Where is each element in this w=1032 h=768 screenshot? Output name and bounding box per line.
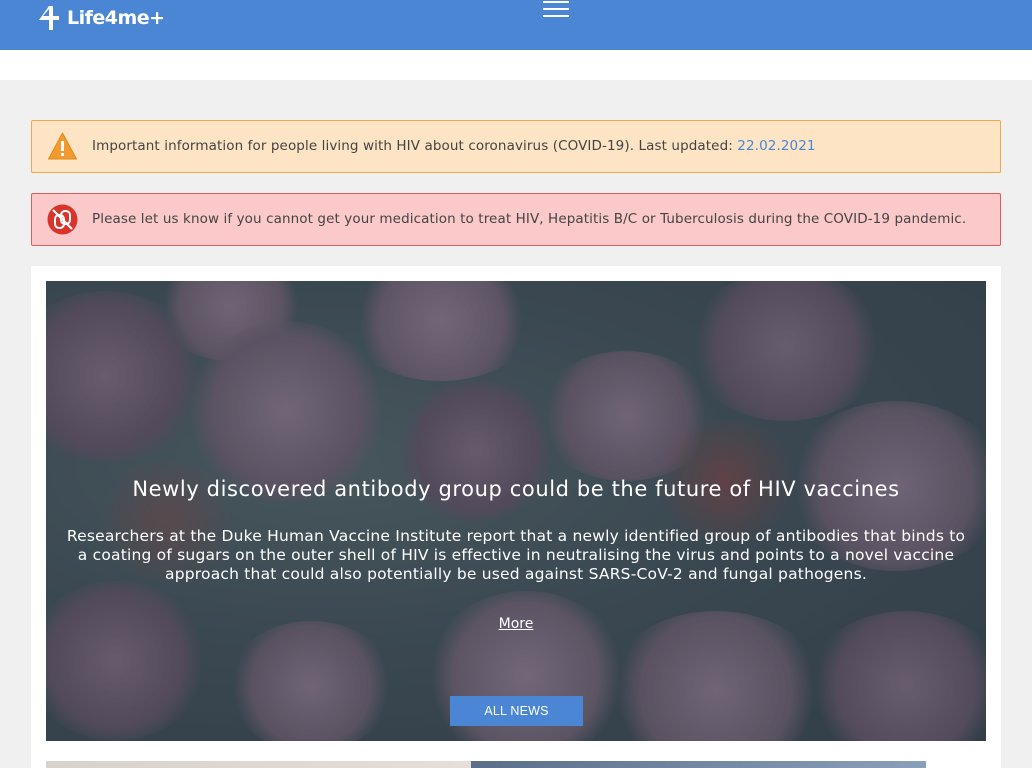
news-thumbnail[interactable] xyxy=(46,761,471,768)
more-link[interactable]: More xyxy=(46,616,986,632)
sub-header-bar xyxy=(0,50,1032,80)
covid-info-message: Important information for people living … xyxy=(92,138,738,154)
logo-text: Life4me+ xyxy=(67,7,165,29)
last-updated-date-link[interactable]: 22.02.2021 xyxy=(737,138,815,154)
covid-info-text: Important information for people living … xyxy=(92,138,816,154)
hamburger-icon[interactable] xyxy=(543,1,569,19)
hero-content: Newly discovered antibody group could be… xyxy=(46,281,986,741)
warning-triangle-icon xyxy=(48,132,77,160)
medication-alert: Please let us know if you cannot get you… xyxy=(31,193,1001,246)
no-pills-icon xyxy=(47,204,78,235)
hero-description: Researchers at the Duke Human Vaccine In… xyxy=(66,527,966,583)
hero-title[interactable]: Newly discovered antibody group could be… xyxy=(46,477,986,501)
logo-mark-icon xyxy=(39,6,59,30)
news-thumbnail[interactable] xyxy=(471,761,926,768)
site-logo[interactable]: Life4me+ xyxy=(35,4,165,32)
top-header: Life4me+ xyxy=(0,0,1032,50)
news-thumbnail-row xyxy=(46,761,926,768)
medication-alert-text: Please let us know if you cannot get you… xyxy=(92,211,967,227)
news-hero-banner: Newly discovered antibody group could be… xyxy=(46,281,986,741)
covid-info-alert: Important information for people living … xyxy=(31,120,1001,173)
all-news-button[interactable]: ALL NEWS xyxy=(450,696,583,726)
